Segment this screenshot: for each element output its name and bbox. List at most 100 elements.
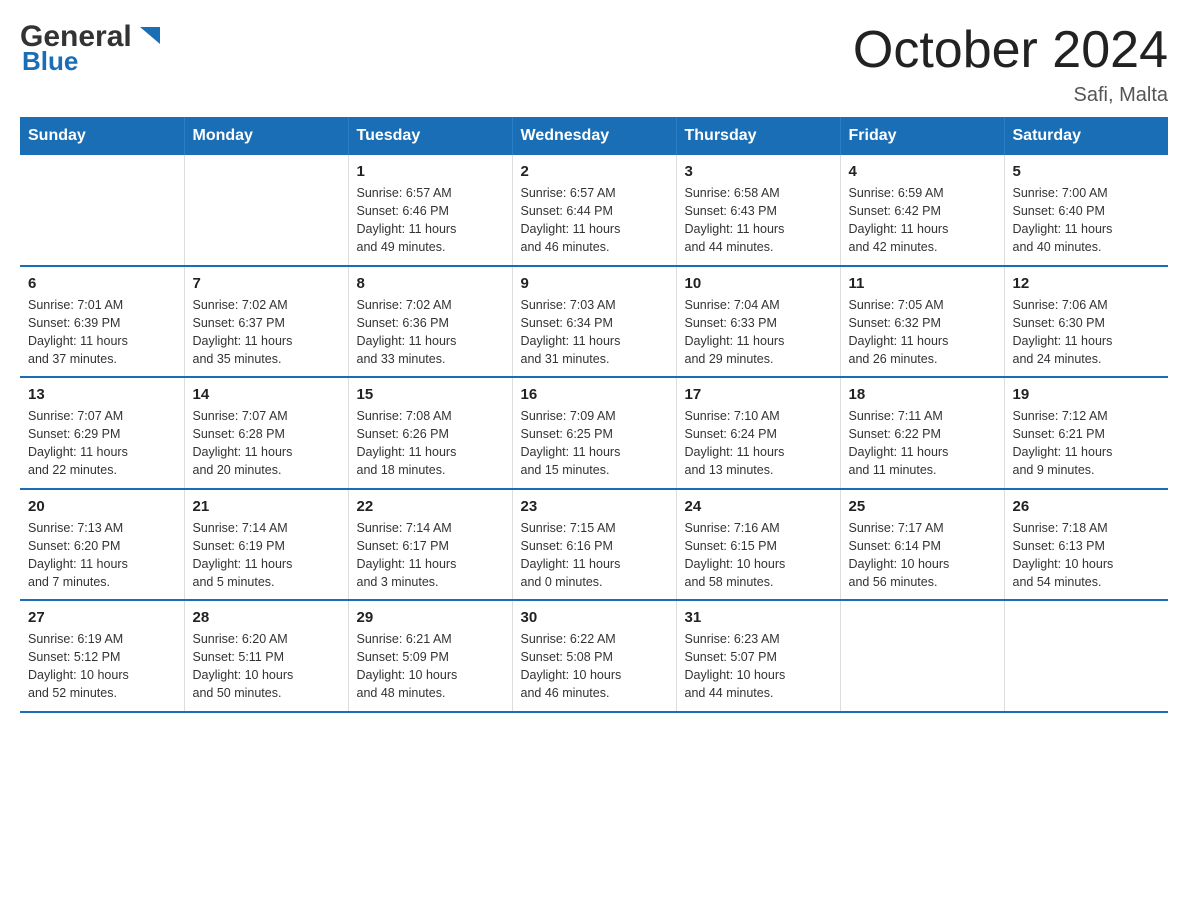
- calendar-week-2: 6Sunrise: 7:01 AM Sunset: 6:39 PM Daylig…: [20, 266, 1168, 378]
- day-number: 17: [685, 386, 832, 403]
- header-saturday: Saturday: [1004, 117, 1168, 155]
- calendar-cell: 31 Sunrise: 6:23 AM Sunset: 5:07 PM Dayli…: [676, 600, 840, 712]
- calendar-cell: 4 Sunrise: 6:59 AM Sunset: 6:42 PM Daylig…: [840, 155, 1004, 266]
- day-info: Sunrise: 7:18 AM Sunset: 6:13 PM Dayligh…: [1013, 519, 1161, 592]
- logo-blue-text: Blue: [22, 46, 78, 77]
- day-number: 12: [1013, 275, 1161, 292]
- calendar-cell: 21 Sunrise: 7:14 AM Sunset: 6:19 PM Dayli…: [184, 489, 348, 601]
- day-number: 14: [193, 386, 340, 403]
- calendar-cell: 12 Sunrise: 7:06 AM Sunset: 6:30 PM Dayli…: [1004, 266, 1168, 378]
- day-number: 7: [193, 275, 340, 292]
- day-number: 19: [1013, 386, 1161, 403]
- day-number: 9: [521, 275, 668, 292]
- day-number: 29: [357, 609, 504, 626]
- day-info: Sunrise: 7:09 AM Sunset: 6:25 PM Dayligh…: [521, 407, 668, 480]
- logo-triangle-icon: [132, 22, 162, 52]
- day-number: 8: [357, 275, 504, 292]
- calendar-week-1: 1 Sunrise: 6:57 AM Sunset: 6:46 PM Daylig…: [20, 155, 1168, 266]
- day-number: 22: [357, 498, 504, 515]
- day-info: Sunrise: 7:02 AM Sunset: 6:37 PM Dayligh…: [193, 296, 340, 369]
- calendar-cell: 29 Sunrise: 6:21 AM Sunset: 5:09 PM Dayli…: [348, 600, 512, 712]
- day-number: 26: [1013, 498, 1161, 515]
- logo: General Blue: [20, 20, 162, 77]
- calendar-cell: 24 Sunrise: 7:16 AM Sunset: 6:15 PM Dayli…: [676, 489, 840, 601]
- day-number: 3: [685, 163, 832, 180]
- day-info: Sunrise: 6:59 AM Sunset: 6:42 PM Dayligh…: [849, 184, 996, 257]
- day-info: Sunrise: 7:17 AM Sunset: 6:14 PM Dayligh…: [849, 519, 996, 592]
- day-info: Sunrise: 7:15 AM Sunset: 6:16 PM Dayligh…: [521, 519, 668, 592]
- day-number: 16: [521, 386, 668, 403]
- calendar-cell: [20, 155, 184, 266]
- calendar-cell: 20 Sunrise: 7:13 AM Sunset: 6:20 PM Dayli…: [20, 489, 184, 601]
- calendar-cell: 25 Sunrise: 7:17 AM Sunset: 6:14 PM Dayli…: [840, 489, 1004, 601]
- day-info: Sunrise: 7:11 AM Sunset: 6:22 PM Dayligh…: [849, 407, 996, 480]
- calendar-cell: 2 Sunrise: 6:57 AM Sunset: 6:44 PM Daylig…: [512, 155, 676, 266]
- day-number: 21: [193, 498, 340, 515]
- day-info: Sunrise: 7:07 AM Sunset: 6:29 PM Dayligh…: [28, 407, 176, 480]
- header-sunday: Sunday: [20, 117, 184, 155]
- day-info: Sunrise: 7:07 AM Sunset: 6:28 PM Dayligh…: [193, 407, 340, 480]
- day-info: Sunrise: 6:21 AM Sunset: 5:09 PM Dayligh…: [357, 630, 504, 703]
- calendar-cell: 14 Sunrise: 7:07 AM Sunset: 6:28 PM Dayli…: [184, 377, 348, 489]
- calendar-cell: 8Sunrise: 7:02 AM Sunset: 6:36 PM Daylig…: [348, 266, 512, 378]
- calendar-cell: 22 Sunrise: 7:14 AM Sunset: 6:17 PM Dayli…: [348, 489, 512, 601]
- header-monday: Monday: [184, 117, 348, 155]
- day-info: Sunrise: 7:01 AM Sunset: 6:39 PM Dayligh…: [28, 296, 176, 369]
- day-number: 10: [685, 275, 832, 292]
- day-info: Sunrise: 7:05 AM Sunset: 6:32 PM Dayligh…: [849, 296, 996, 369]
- day-info: Sunrise: 7:12 AM Sunset: 6:21 PM Dayligh…: [1013, 407, 1161, 480]
- calendar-cell: 27 Sunrise: 6:19 AM Sunset: 5:12 PM Dayli…: [20, 600, 184, 712]
- day-info: Sunrise: 7:06 AM Sunset: 6:30 PM Dayligh…: [1013, 296, 1161, 369]
- day-number: 20: [28, 498, 176, 515]
- day-number: 24: [685, 498, 832, 515]
- day-number: 23: [521, 498, 668, 515]
- calendar-cell: 28Sunrise: 6:20 AM Sunset: 5:11 PM Dayli…: [184, 600, 348, 712]
- day-info: Sunrise: 7:13 AM Sunset: 6:20 PM Dayligh…: [28, 519, 176, 592]
- day-info: Sunrise: 6:23 AM Sunset: 5:07 PM Dayligh…: [685, 630, 832, 703]
- day-number: 4: [849, 163, 996, 180]
- calendar-cell: 15Sunrise: 7:08 AM Sunset: 6:26 PM Dayli…: [348, 377, 512, 489]
- calendar-cell: [1004, 600, 1168, 712]
- day-number: 25: [849, 498, 996, 515]
- calendar-cell: [840, 600, 1004, 712]
- day-info: Sunrise: 7:16 AM Sunset: 6:15 PM Dayligh…: [685, 519, 832, 592]
- calendar-cell: 7 Sunrise: 7:02 AM Sunset: 6:37 PM Daylig…: [184, 266, 348, 378]
- day-info: Sunrise: 6:57 AM Sunset: 6:44 PM Dayligh…: [521, 184, 668, 257]
- header-wednesday: Wednesday: [512, 117, 676, 155]
- day-number: 1: [357, 163, 504, 180]
- day-info: Sunrise: 6:20 AM Sunset: 5:11 PM Dayligh…: [193, 630, 340, 703]
- calendar-table: SundayMondayTuesdayWednesdayThursdayFrid…: [20, 117, 1168, 713]
- day-number: 30: [521, 609, 668, 626]
- calendar-cell: 19 Sunrise: 7:12 AM Sunset: 6:21 PM Dayli…: [1004, 377, 1168, 489]
- calendar-cell: 11 Sunrise: 7:05 AM Sunset: 6:32 PM Dayli…: [840, 266, 1004, 378]
- calendar-week-3: 13Sunrise: 7:07 AM Sunset: 6:29 PM Dayli…: [20, 377, 1168, 489]
- day-info: Sunrise: 7:14 AM Sunset: 6:19 PM Dayligh…: [193, 519, 340, 592]
- page-header: General Blue October 2024 Safi, Malta: [20, 20, 1168, 107]
- calendar-cell: 3Sunrise: 6:58 AM Sunset: 6:43 PM Daylig…: [676, 155, 840, 266]
- calendar-cell: [184, 155, 348, 266]
- calendar-week-5: 27 Sunrise: 6:19 AM Sunset: 5:12 PM Dayli…: [20, 600, 1168, 712]
- calendar-cell: 10Sunrise: 7:04 AM Sunset: 6:33 PM Dayli…: [676, 266, 840, 378]
- calendar-cell: 16 Sunrise: 7:09 AM Sunset: 6:25 PM Dayli…: [512, 377, 676, 489]
- calendar-cell: 13Sunrise: 7:07 AM Sunset: 6:29 PM Dayli…: [20, 377, 184, 489]
- day-number: 2: [521, 163, 668, 180]
- calendar-cell: 17 Sunrise: 7:10 AM Sunset: 6:24 PM Dayli…: [676, 377, 840, 489]
- day-info: Sunrise: 7:03 AM Sunset: 6:34 PM Dayligh…: [521, 296, 668, 369]
- day-info: Sunrise: 7:10 AM Sunset: 6:24 PM Dayligh…: [685, 407, 832, 480]
- day-number: 15: [357, 386, 504, 403]
- calendar-cell: 9 Sunrise: 7:03 AM Sunset: 6:34 PM Daylig…: [512, 266, 676, 378]
- day-number: 18: [849, 386, 996, 403]
- day-number: 31: [685, 609, 832, 626]
- day-info: Sunrise: 7:14 AM Sunset: 6:17 PM Dayligh…: [357, 519, 504, 592]
- calendar-week-4: 20 Sunrise: 7:13 AM Sunset: 6:20 PM Dayli…: [20, 489, 1168, 601]
- header-thursday: Thursday: [676, 117, 840, 155]
- day-number: 27: [28, 609, 176, 626]
- day-info: Sunrise: 6:19 AM Sunset: 5:12 PM Dayligh…: [28, 630, 176, 703]
- day-info: Sunrise: 6:57 AM Sunset: 6:46 PM Dayligh…: [357, 184, 504, 257]
- page-title: October 2024: [853, 20, 1168, 80]
- calendar-cell: 30 Sunrise: 6:22 AM Sunset: 5:08 PM Dayli…: [512, 600, 676, 712]
- calendar-cell: 23 Sunrise: 7:15 AM Sunset: 6:16 PM Dayli…: [512, 489, 676, 601]
- day-info: Sunrise: 6:22 AM Sunset: 5:08 PM Dayligh…: [521, 630, 668, 703]
- calendar-cell: 18 Sunrise: 7:11 AM Sunset: 6:22 PM Dayli…: [840, 377, 1004, 489]
- day-number: 11: [849, 275, 996, 292]
